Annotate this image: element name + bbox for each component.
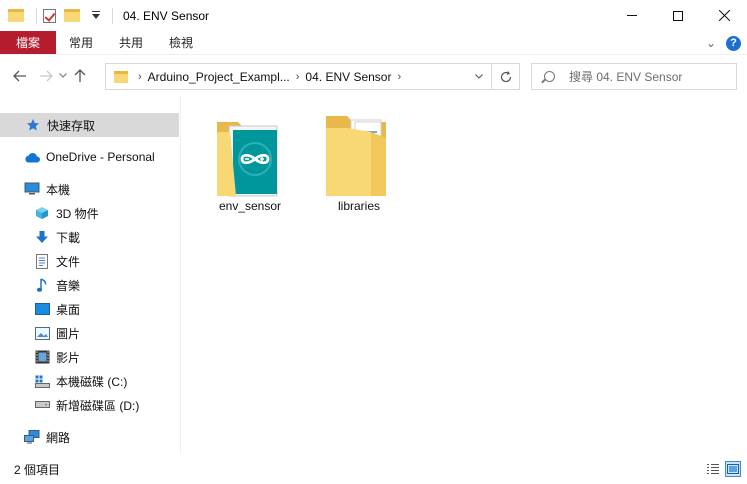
- folder-item[interactable]: env_sensor: [202, 112, 298, 213]
- cloud-icon: [24, 149, 40, 165]
- tab-share[interactable]: 共用: [106, 31, 156, 54]
- details-view-icon: [707, 464, 719, 474]
- sidebar-item-desktop[interactable]: 桌面: [0, 297, 179, 321]
- forward-button[interactable]: [36, 66, 56, 86]
- file-list: env_sensor libraries: [182, 96, 747, 454]
- search-icon: [544, 71, 555, 82]
- navigation-bar: › Arduino_Project_Exampl... › 04. ENV Se…: [0, 55, 747, 96]
- sidebar-item-local-disk-c[interactable]: 本機磁碟 (C:): [0, 369, 179, 393]
- sidebar-item-new-volume-d[interactable]: 新增磁碟區 (D:): [0, 393, 179, 417]
- toolbar-divider: [36, 7, 37, 24]
- item-count: 2 個項目: [14, 462, 61, 477]
- navigation-pane: 快速存取 OneDrive - Personal 本機 3D 物件 下載 文件: [0, 96, 181, 454]
- forward-arrow-icon: [40, 70, 53, 81]
- sidebar-item-label: OneDrive - Personal: [46, 150, 155, 164]
- maximize-button[interactable]: [655, 0, 701, 31]
- folder-name[interactable]: libraries: [311, 199, 407, 213]
- picture-icon: [34, 325, 50, 341]
- tab-home[interactable]: 常用: [56, 31, 106, 54]
- desktop-icon: [34, 301, 50, 317]
- status-bar: 2 個項目: [0, 454, 747, 484]
- windows-drive-icon: [34, 373, 50, 389]
- document-icon: [34, 253, 50, 269]
- sidebar-item-label: 文件: [56, 254, 81, 269]
- maximize-icon: [673, 10, 683, 21]
- properties-icon[interactable]: [43, 8, 56, 23]
- minimize-button[interactable]: [609, 0, 655, 31]
- music-note-icon: [34, 277, 50, 293]
- folder-name[interactable]: env_sensor: [202, 199, 298, 213]
- close-button[interactable]: [701, 0, 747, 31]
- sidebar-item-documents[interactable]: 文件: [0, 249, 179, 273]
- close-icon: [718, 10, 730, 21]
- folder-icon: [8, 9, 24, 22]
- sidebar-item-label: 3D 物件: [56, 206, 99, 221]
- back-button[interactable]: [10, 66, 30, 86]
- up-arrow-icon: [74, 68, 86, 82]
- folder-item[interactable]: libraries: [311, 112, 407, 213]
- window-title: 04. ENV Sensor: [123, 8, 210, 23]
- sidebar-item-network[interactable]: 網路: [0, 425, 179, 449]
- quick-access-toolbar: [0, 0, 119, 31]
- star-icon: [25, 117, 41, 133]
- chevron-down-icon: [59, 73, 67, 78]
- customize-toolbar-dropdown-icon[interactable]: [92, 11, 100, 19]
- sidebar-item-videos[interactable]: 影片: [0, 345, 179, 369]
- minimize-icon: [627, 15, 637, 16]
- new-folder-icon[interactable]: [64, 9, 80, 22]
- details-view-button[interactable]: [705, 461, 721, 477]
- sidebar-item-label: 桌面: [56, 302, 81, 317]
- sidebar-item-label: 本機: [46, 182, 71, 197]
- refresh-button[interactable]: [491, 64, 519, 89]
- sidebar-item-onedrive[interactable]: OneDrive - Personal: [0, 145, 179, 169]
- sidebar-item-label: 下載: [56, 230, 81, 245]
- address-history-dropdown[interactable]: [467, 64, 491, 89]
- sidebar-item-label: 影片: [56, 350, 81, 365]
- title-bar: 04. ENV Sensor: [0, 0, 747, 31]
- breadcrumb-separator-icon[interactable]: ›: [397, 71, 401, 83]
- search-input[interactable]: 搜尋 04. ENV Sensor: [569, 68, 682, 85]
- sidebar-item-downloads[interactable]: 下載: [0, 225, 179, 249]
- breadcrumb-current[interactable]: 04. ENV Sensor: [305, 70, 391, 84]
- toolbar-divider: [112, 7, 113, 24]
- sidebar-item-quick-access[interactable]: 快速存取: [0, 113, 179, 137]
- computer-icon: [24, 181, 40, 197]
- ribbon-tabs: 檔案 常用 共用 檢視 ⌄ ?: [0, 31, 747, 55]
- breadcrumb-separator-icon[interactable]: ›: [138, 71, 142, 83]
- sidebar-item-pictures[interactable]: 圖片: [0, 321, 179, 345]
- breadcrumb-parent[interactable]: Arduino_Project_Exampl...: [148, 70, 290, 84]
- sidebar-item-music[interactable]: 音樂: [0, 273, 179, 297]
- address-bar[interactable]: › Arduino_Project_Exampl... › 04. ENV Se…: [105, 63, 520, 90]
- chevron-down-icon: [475, 74, 483, 79]
- tab-view[interactable]: 檢視: [156, 31, 206, 54]
- sidebar-item-label: 本機磁碟 (C:): [56, 374, 128, 389]
- folder-icon: [114, 70, 128, 83]
- drive-icon: [34, 397, 50, 413]
- film-icon: [34, 349, 50, 365]
- expand-ribbon-chevron-icon[interactable]: ⌄: [706, 36, 716, 50]
- large-icons-view-icon: [727, 464, 739, 474]
- sidebar-item-3d-objects[interactable]: 3D 物件: [0, 201, 179, 225]
- large-icons-view-button[interactable]: [725, 461, 741, 477]
- search-box[interactable]: 搜尋 04. ENV Sensor: [531, 63, 737, 90]
- sidebar-item-label: 圖片: [56, 326, 81, 341]
- download-arrow-icon: [34, 229, 50, 245]
- network-icon: [24, 429, 40, 445]
- documents-folder-icon: [311, 112, 407, 198]
- sidebar-item-label: 網路: [46, 430, 71, 445]
- arduino-folder-icon: [202, 112, 298, 198]
- recent-locations-button[interactable]: [56, 66, 70, 86]
- back-arrow-icon: [13, 70, 26, 81]
- sidebar-item-label: 新增磁碟區 (D:): [56, 398, 140, 413]
- tab-file[interactable]: 檔案: [0, 31, 56, 54]
- sidebar-item-this-pc[interactable]: 本機: [0, 177, 179, 201]
- sidebar-item-label: 音樂: [56, 278, 81, 293]
- up-button[interactable]: [70, 66, 90, 86]
- help-icon[interactable]: ?: [726, 35, 741, 51]
- cube-icon: [34, 205, 50, 221]
- breadcrumb-separator-icon[interactable]: ›: [296, 71, 300, 83]
- sidebar-item-label: 快速存取: [47, 118, 96, 133]
- refresh-icon: [500, 70, 511, 82]
